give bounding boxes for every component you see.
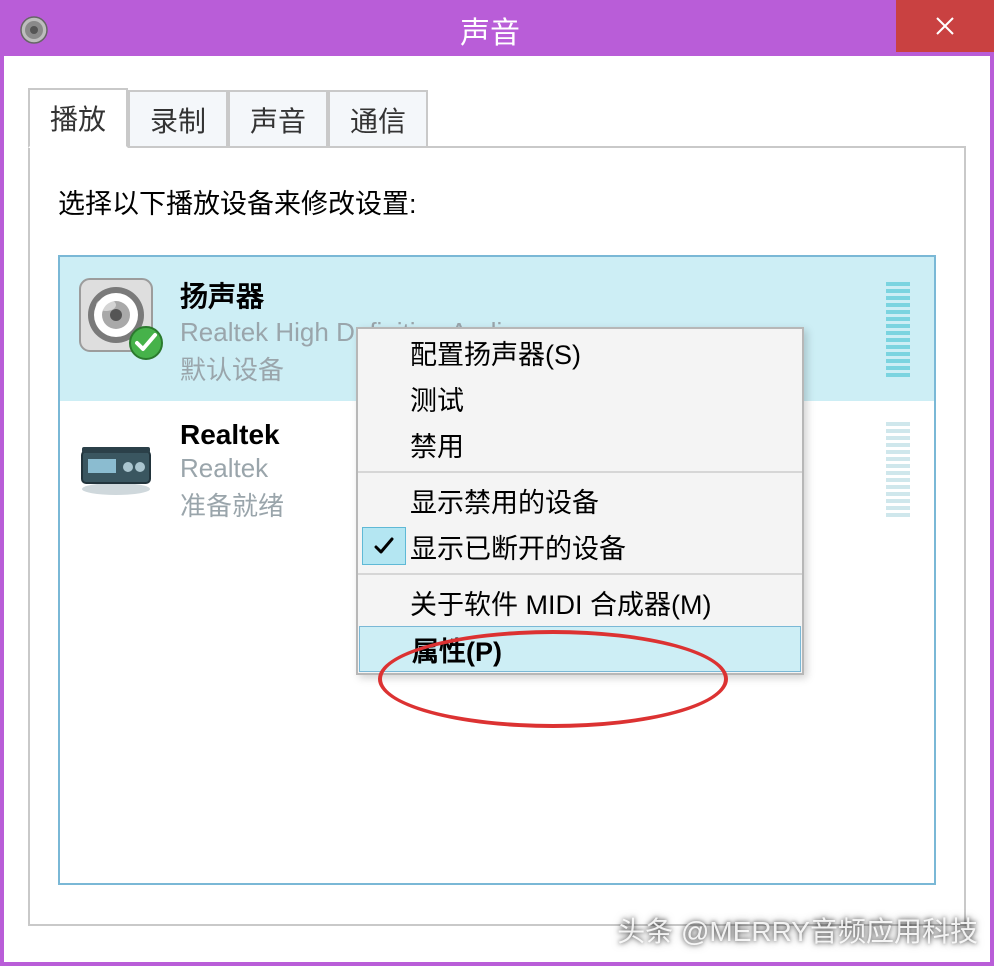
ctx-check-empty [358,479,410,521]
titlebar: 声音 [4,4,990,56]
receiver-icon [76,419,156,499]
client-area: 播放 录制 声音 通信 选择以下播放设备来修改设置: [4,56,990,926]
tab-strip: 播放 录制 声音 通信 [28,86,966,146]
context-menu: 配置扬声器(S) 测试 禁用 显示禁用的设备 [356,327,804,675]
tab-playback[interactable]: 播放 [28,88,128,148]
device-name: 扬声器 [180,275,886,315]
window-title: 声音 [50,8,990,52]
speaker-icon [76,275,156,355]
ctx-check-empty [360,628,412,670]
ctx-check-empty [358,423,410,465]
ctx-disable[interactable]: 禁用 [358,421,802,467]
ctx-check-empty [358,331,410,373]
checkmark-icon [362,527,406,565]
level-meter [886,422,910,520]
tab-sounds[interactable]: 声音 [228,90,328,150]
ctx-check-empty [358,377,410,419]
tab-recording[interactable]: 录制 [128,90,228,150]
ctx-show-disconnected[interactable]: 显示已断开的设备 [358,523,802,569]
sound-dialog-window: 声音 播放 录制 声音 通信 选择以下播放设备来修改设置: [0,0,994,966]
ctx-show-disabled[interactable]: 显示禁用的设备 [358,477,802,523]
close-button[interactable] [896,0,994,52]
ctx-separator [358,573,802,575]
tab-communications[interactable]: 通信 [328,90,428,150]
level-meter [886,282,910,380]
app-icon [18,14,50,46]
ctx-check-empty [358,581,410,623]
playback-device-list[interactable]: 扬声器 Realtek High Definition Audio 默认设备 [58,255,936,885]
ctx-separator [358,471,802,473]
tab-panel-playback: 选择以下播放设备来修改设置: [28,146,966,926]
ctx-properties[interactable]: 属性(P) [359,626,801,672]
default-badge-icon [128,325,164,361]
watermark-text: 头条 @MERRY音频应用科技 [617,910,978,950]
ctx-test[interactable]: 测试 [358,375,802,421]
ctx-about-midi[interactable]: 关于软件 MIDI 合成器(M) [358,579,802,625]
instruction-text: 选择以下播放设备来修改设置: [58,182,936,221]
ctx-configure-speakers[interactable]: 配置扬声器(S) [358,329,802,375]
